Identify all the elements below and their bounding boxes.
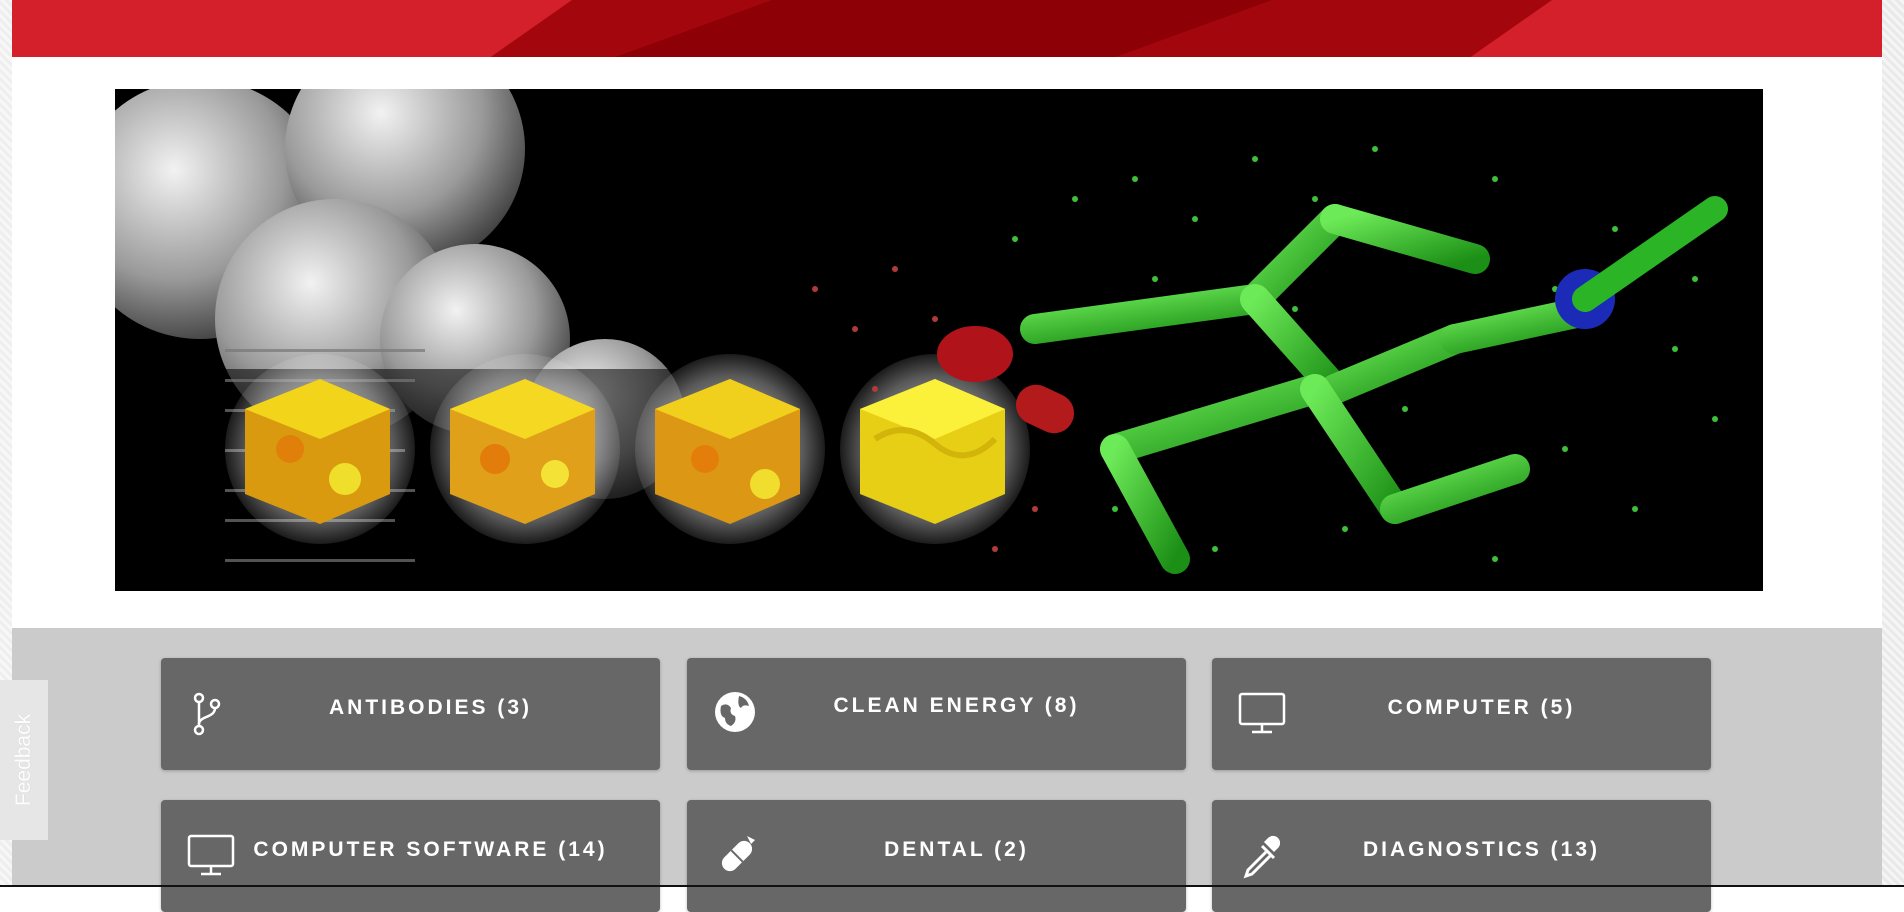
top-red-banner — [12, 0, 1882, 57]
feedback-tab[interactable]: Feedback — [0, 680, 48, 840]
category-label: COMPUTER (5) — [1387, 696, 1576, 719]
category-dental-button[interactable]: DENTAL (2) — [687, 800, 1186, 912]
category-diagnostics-button[interactable]: DIAGNOSTICS (13) — [1212, 800, 1711, 912]
scrollbar-track[interactable] — [1882, 0, 1904, 887]
category-label: DIAGNOSTICS (13) — [1362, 838, 1601, 861]
category-label: DENTAL (2) — [884, 838, 1029, 861]
category-antibodies-button[interactable]: ANTIBODIES (3) — [161, 658, 660, 770]
category-label: CLEAN ENERGY (8) — [833, 694, 1080, 717]
category-computer-button[interactable]: COMPUTER (5) — [1212, 658, 1711, 770]
category-label: ANTIBODIES (3) — [328, 696, 532, 719]
hero-image — [115, 89, 1763, 591]
category-label: COMPUTER SOFTWARE (14) — [253, 838, 608, 861]
category-computer-software-button[interactable]: COMPUTER SOFTWARE (14) — [161, 800, 660, 912]
feedback-label: Feedback — [12, 713, 35, 807]
category-clean-energy-button[interactable]: CLEAN ENERGY (8) — [687, 658, 1186, 770]
